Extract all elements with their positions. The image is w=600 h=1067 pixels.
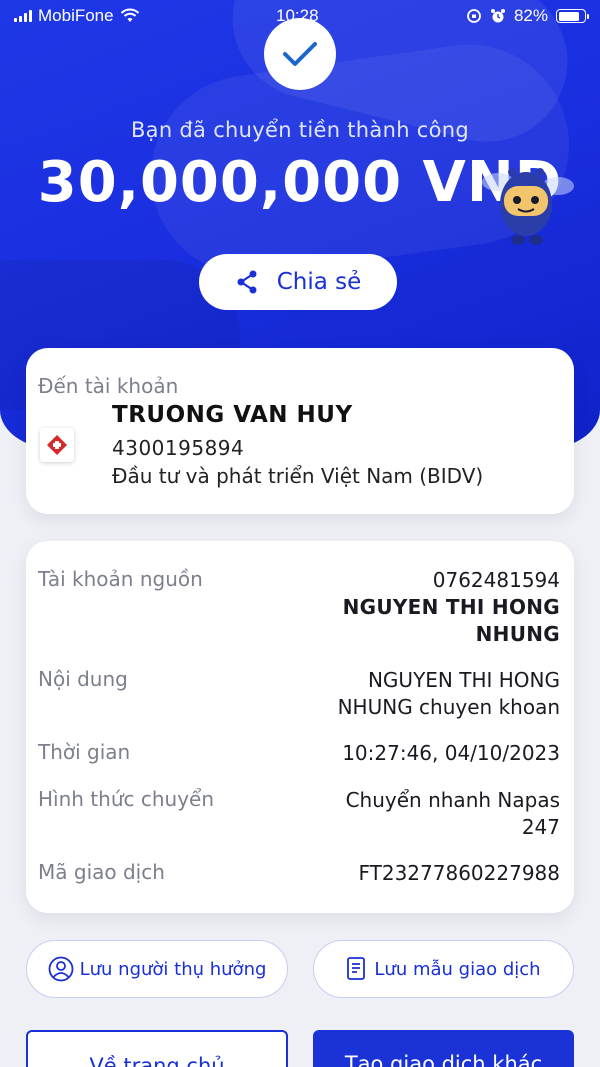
lock-rotation-icon bbox=[467, 9, 481, 23]
method-label: Hình thức chuyển bbox=[38, 787, 215, 811]
save-beneficiary-label: Lưu người thụ hưởng bbox=[79, 958, 267, 980]
method-row: Hình thức chuyển Chuyển nhanh Napas 247 bbox=[38, 787, 560, 841]
save-beneficiary-button[interactable]: Lưu người thụ hưởng bbox=[26, 940, 288, 998]
transaction-id-row: Mã giao dịch FT23277860227988 bbox=[38, 860, 560, 887]
destination-account-card: Đến tài khoản TRUONG VAN HUY 4300195894 … bbox=[26, 348, 574, 514]
share-icon bbox=[237, 270, 257, 294]
time-label: Thời gian bbox=[38, 740, 131, 764]
recipient-account-number: 4300195894 bbox=[112, 436, 245, 460]
document-icon bbox=[347, 957, 366, 980]
share-label: Chia sẻ bbox=[276, 269, 362, 295]
alarm-icon bbox=[490, 9, 505, 23]
new-transaction-button[interactable]: Tạo giao dịch khác bbox=[313, 1030, 574, 1067]
source-account-number: 0762481594 bbox=[432, 568, 560, 592]
time-row: Thời gian 10:27:46, 04/10/2023 bbox=[38, 740, 560, 767]
carrier-name: MobiFone bbox=[38, 6, 114, 25]
content-row: Nội dung NGUYEN THI HONG NHUNG chuyen kh… bbox=[38, 667, 560, 721]
share-button[interactable]: Chia sẻ bbox=[199, 254, 397, 310]
recipient-name: TRUONG VAN HUY bbox=[112, 402, 353, 428]
source-account-name: NGUYEN THI HONG NHUNG bbox=[342, 595, 560, 646]
content-value: NGUYEN THI HONG NHUNG chuyen khoan bbox=[337, 668, 560, 719]
save-template-label: Lưu mẫu giao dịch bbox=[374, 958, 541, 980]
transaction-id-label: Mã giao dịch bbox=[38, 860, 165, 884]
bidv-logo bbox=[40, 428, 74, 462]
wifi-icon bbox=[120, 8, 139, 22]
method-value: Chuyển nhanh Napas 247 bbox=[345, 788, 560, 839]
success-message: Bạn đã chuyển tiền thành công bbox=[130, 118, 470, 142]
new-transaction-label: Tạo giao dịch khác bbox=[344, 1052, 543, 1067]
signal-icon bbox=[14, 10, 32, 22]
source-account-label: Tài khoản nguồn bbox=[38, 567, 203, 591]
content-label: Nội dung bbox=[38, 667, 128, 691]
source-account-row: Tài khoản nguồn 0762481594 NGUYEN THI HO… bbox=[38, 567, 560, 648]
bee-mascot-icon bbox=[482, 168, 574, 245]
recipient-bank-name: Đầu tư và phát triển Việt Nam (BIDV) bbox=[112, 464, 484, 488]
home-label: Về trang chủ bbox=[89, 1054, 225, 1067]
save-template-button[interactable]: Lưu mẫu giao dịch bbox=[313, 940, 574, 998]
time-value: 10:27:46, 04/10/2023 bbox=[342, 741, 560, 765]
battery-percent: 82% bbox=[513, 6, 548, 25]
user-circle-icon bbox=[48, 956, 73, 982]
battery-icon bbox=[556, 9, 589, 23]
home-button[interactable]: Về trang chủ bbox=[26, 1030, 288, 1067]
destination-label: Đến tài khoản bbox=[38, 374, 179, 398]
transaction-details-card: Tài khoản nguồn 0762481594 NGUYEN THI HO… bbox=[26, 541, 574, 913]
success-check-badge bbox=[264, 18, 336, 90]
check-icon bbox=[283, 42, 317, 66]
transaction-id-value: FT23277860227988 bbox=[358, 861, 560, 885]
